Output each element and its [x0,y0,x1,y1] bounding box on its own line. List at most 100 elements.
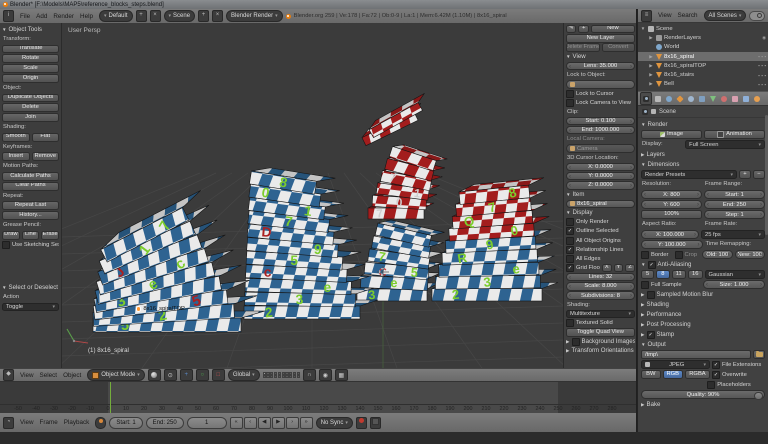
viewport-menu-object[interactable]: Object [60,372,84,379]
clear-paths-button[interactable]: Clear Paths [2,182,59,191]
rgba-button[interactable]: RGBA [685,370,710,379]
decrement-arrow-icon[interactable]: ‹ [706,281,708,289]
properties-tab-modifiers[interactable] [697,93,707,104]
keying-set-button[interactable] [370,417,381,429]
restrict-toggle-icon[interactable]: ◉ [762,35,766,41]
outliner-menu-search[interactable]: Search [675,12,701,19]
scale-8-000-field[interactable]: ‹Scale: 8.000› [566,282,635,290]
flat-button[interactable]: Flat [32,133,60,142]
menu-help[interactable]: Help [77,13,96,20]
old-100-field[interactable]: ‹Old: 100› [702,250,733,259]
restrict-toggle-icon[interactable]: ▪ [764,82,766,87]
shading-panel-header[interactable]: ▶Shading [641,300,765,309]
block-structure-spiral-top-float[interactable] [360,93,431,145]
jpeg-dropdown[interactable]: JPEG▾ [641,360,710,369]
viewport-shading-dropdown[interactable] [148,369,161,381]
use-preview-range-button[interactable] [95,417,106,429]
render-opengl-button[interactable]: ◉ [319,369,332,381]
transport-button-1[interactable]: ‹ [244,417,257,429]
decrement-arrow-icon[interactable]: ‹ [569,173,571,180]
editor-type-button[interactable]: ≡ [641,10,652,22]
item-button[interactable]: ✎ [566,25,576,33]
increment-arrow-icon[interactable]: › [760,211,762,219]
transform-orientation-select[interactable]: Global ▾ [228,369,260,381]
layer-grid[interactable] [263,372,300,379]
properties-tab-material[interactable] [719,93,729,104]
editor-type-button[interactable]: ◔ [3,417,14,429]
render-opengl-anim-button[interactable]: ▦ [335,369,348,381]
render-panel-header[interactable]: ▼Render [641,120,765,129]
join-button[interactable]: Join [2,113,59,122]
increment-arrow-icon[interactable]: › [630,127,632,134]
menu-file[interactable]: File [17,13,33,20]
crop-checkbox[interactable]: Crop [675,250,700,259]
increment-arrow-icon[interactable]: › [698,241,700,249]
current-frame-field[interactable]: 1 [187,417,227,429]
decrement-arrow-icon[interactable]: ‹ [644,231,646,239]
decrement-arrow-icon[interactable]: ‹ [569,127,571,134]
toggle-quad-view-button[interactable]: Toggle Quad View [566,328,635,336]
background-images-panel-header[interactable]: ▶Background Images [566,337,635,345]
item-panel-header[interactable]: ▼Item [566,190,635,198]
layer-toggle[interactable] [297,375,300,378]
properties-tab-world[interactable] [664,93,674,104]
duplicate-objects-button[interactable]: Duplicate Objects [2,94,59,103]
restrict-toggle-icon[interactable]: ▪ [761,63,763,68]
animation-button[interactable]: Animation [704,130,765,139]
dimensions-panel-header[interactable]: ▼Dimensions [641,160,765,169]
translate-button[interactable]: Translate [2,45,59,54]
decrement-arrow-icon[interactable]: ‹ [738,251,740,259]
performance-panel-header[interactable]: ▶Performance [641,310,765,319]
all-object-origins-checkbox[interactable]: All Object Origins [566,236,635,244]
outliner-item-renderlayers[interactable]: ▶RenderLayers◉ [638,33,768,42]
decrement-arrow-icon[interactable]: ‹ [707,201,709,209]
editor-type-button[interactable]: i [3,10,14,22]
layer-toggle[interactable] [282,375,285,378]
gaussian-dropdown[interactable]: Gaussian▾ [705,270,766,279]
item-button[interactable]: + [739,170,751,179]
display-panel-header[interactable]: ▼Display [566,209,635,217]
y-100-000-field[interactable]: ‹Y: 100.000› [641,240,703,249]
textured-solid-checkbox[interactable]: Textured Solid [566,319,635,327]
decrement-arrow-icon[interactable]: ‹ [569,274,571,281]
expand-icon[interactable]: ▶ [648,81,654,87]
lines-32-field[interactable]: ‹Lines: 32› [566,273,635,281]
close-scene-button[interactable]: × [212,10,223,22]
border-checkbox[interactable]: Border [641,250,673,259]
grid-floor-checkbox[interactable]: ✓Grid Floor [566,264,600,272]
decrement-arrow-icon[interactable]: ‹ [707,211,709,219]
restrict-toggle-icon[interactable]: ▪ [761,73,763,78]
restrict-toggle-icon[interactable]: ▪ [764,54,766,59]
render-presets-dropdown[interactable]: Render Presets▾ [641,170,737,179]
all-edges-checkbox[interactable]: All Edges [566,255,635,263]
restrict-toggle-icon[interactable]: ▪ [758,73,760,78]
relationship-lines-checkbox[interactable]: ✓Relationship Lines [566,246,635,254]
transport-button-3[interactable]: ▶ [272,417,285,429]
search-input[interactable] [749,11,765,21]
subdivisions-8-field[interactable]: ‹Subdivisions: 8› [566,291,635,299]
outliner-item-8x16-spiral[interactable]: ▶8x16_spiral▪▪▪ [638,52,768,61]
manipulator-translate-button[interactable]: + [180,369,193,381]
layer-toggle[interactable] [282,372,285,375]
8-button[interactable]: 8 [656,270,669,279]
anti-aliasing-checkbox[interactable]: ✓ [648,261,656,269]
increment-arrow-icon[interactable]: › [697,201,699,209]
restrict-toggle-icon[interactable]: ▪ [764,63,766,68]
properties-tab-object-data[interactable] [708,93,718,104]
frame-start-field[interactable]: Start: 1 [109,417,142,429]
rgb-button[interactable]: RGB [663,370,683,379]
x-800-field[interactable]: ‹X: 800› [641,190,702,199]
timeline-playhead[interactable] [110,382,111,413]
snap-magnet-button[interactable]: ∩ [303,369,316,381]
outline-selected-checkbox[interactable]: ✓Outline Selected [566,227,635,235]
erase-button[interactable]: Erase [41,231,59,240]
increment-arrow-icon[interactable]: › [760,281,762,289]
item-button[interactable]: − [753,170,765,179]
increment-arrow-icon[interactable]: › [630,118,632,125]
z-0-0000-field[interactable]: ‹Z: 0.0000› [566,181,635,189]
render-engine-select[interactable]: Blender Render ▾ [226,10,283,22]
origin-button[interactable]: Origin [2,74,59,83]
decrement-arrow-icon[interactable]: ‹ [569,164,571,171]
viewport-menu-select[interactable]: Select [37,372,61,379]
decrement-arrow-icon[interactable]: ‹ [707,191,709,199]
